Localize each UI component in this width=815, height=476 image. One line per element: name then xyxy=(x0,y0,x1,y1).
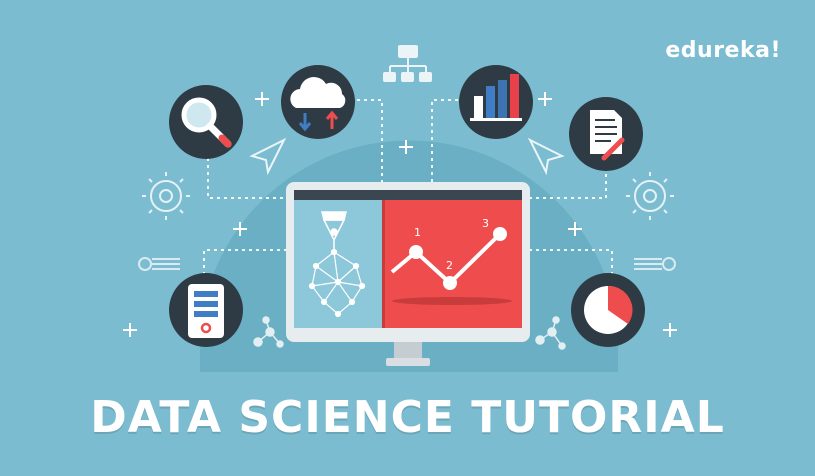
pie-chart-icon xyxy=(571,273,645,347)
paper-plane-icon xyxy=(527,137,565,176)
gear-icon xyxy=(142,172,190,220)
page-title: DATA SCIENCE TUTORIAL xyxy=(90,392,725,443)
server-icon xyxy=(169,273,243,347)
bar-chart-icon xyxy=(459,65,533,139)
monitor xyxy=(286,182,530,366)
gear-icon xyxy=(626,172,674,220)
chart-point-label: 3 xyxy=(482,217,489,230)
chart-point xyxy=(409,245,423,259)
chart-point xyxy=(493,227,507,241)
chart-point-label: 1 xyxy=(414,226,421,239)
magnifier-icon xyxy=(169,85,243,159)
chart-point-label: 2 xyxy=(446,259,453,272)
chart-point xyxy=(443,276,457,290)
paper-plane-icon xyxy=(249,137,287,176)
cloud-sync-icon xyxy=(281,65,355,139)
document-pen-icon xyxy=(569,97,643,171)
org-chart-icon xyxy=(383,45,432,82)
